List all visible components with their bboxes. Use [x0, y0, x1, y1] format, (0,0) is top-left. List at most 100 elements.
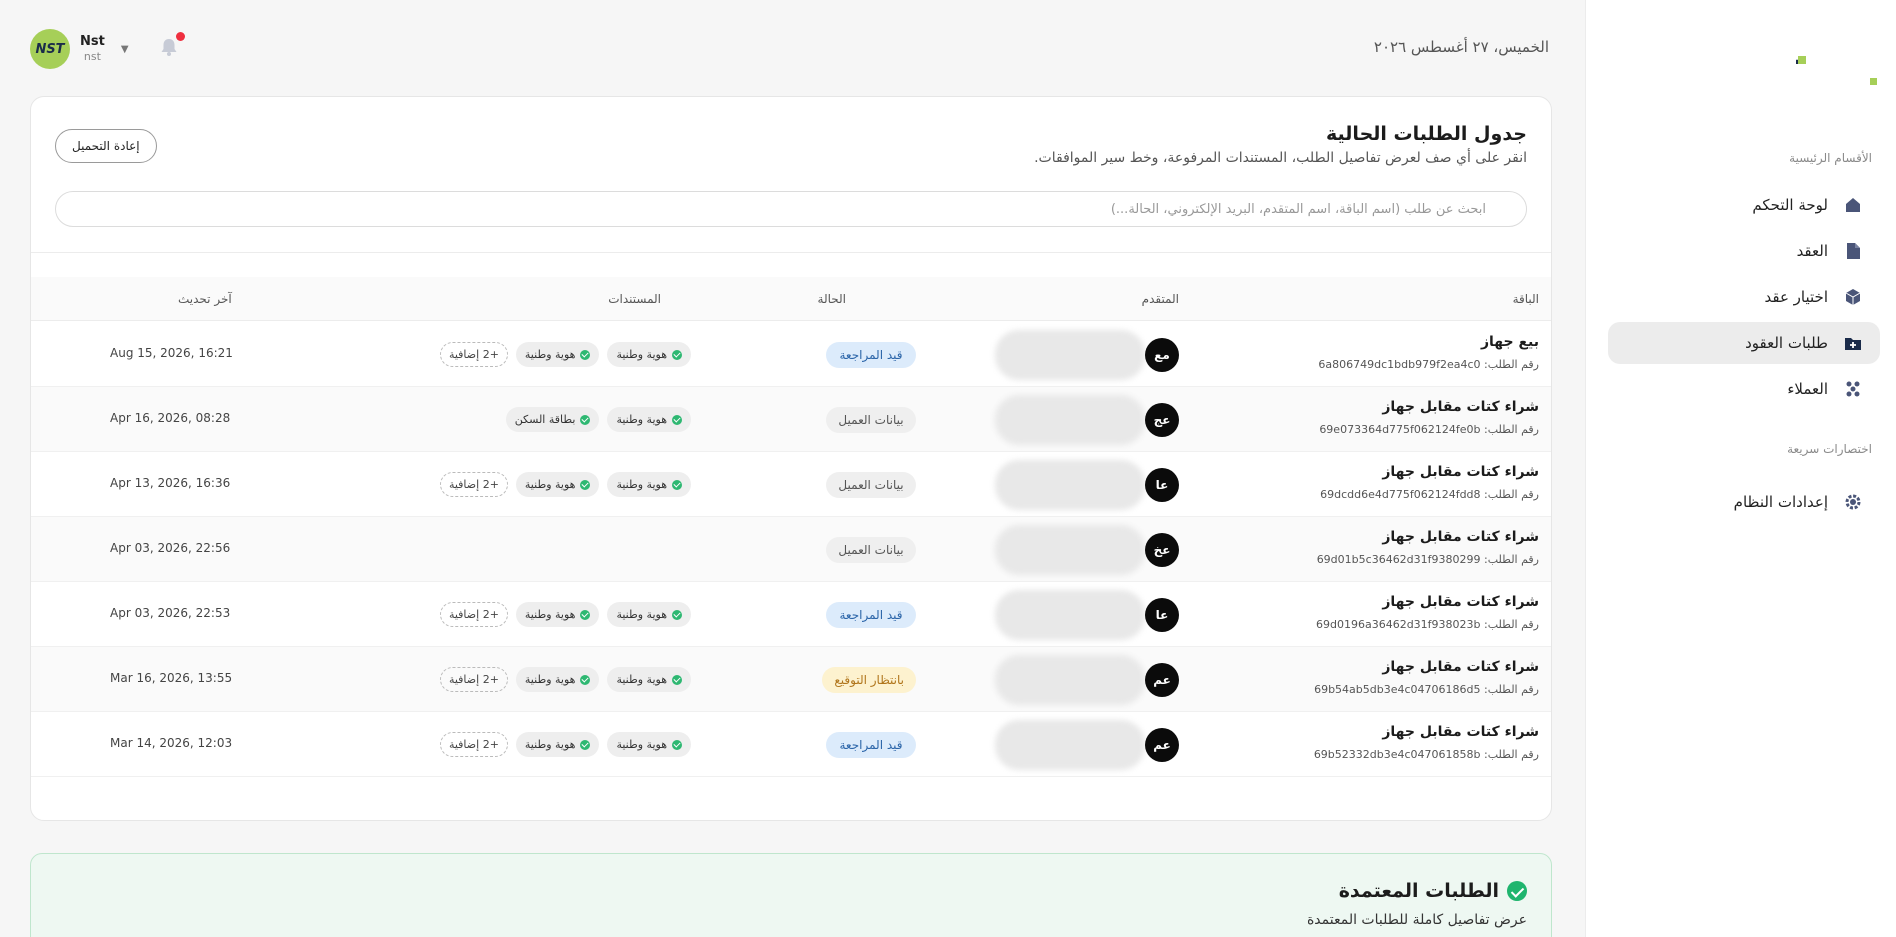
- applicant-name-redacted: [995, 460, 1145, 510]
- folder-plus-icon: [1842, 332, 1864, 354]
- document-label: هوية وطنية: [616, 413, 667, 426]
- chevron-down-icon: ▼: [120, 43, 129, 55]
- sidebar-item-label: طلبات العقود: [1745, 334, 1828, 352]
- document-chip[interactable]: هوية وطنية: [515, 342, 600, 367]
- applicant-name-redacted: [995, 395, 1145, 445]
- status-badge: بانتظار التوقيع: [822, 667, 916, 693]
- more-documents-chip[interactable]: +2 إضافية: [439, 472, 508, 497]
- sidebar-item-contract[interactable]: العقد: [1608, 230, 1880, 272]
- check-icon: [580, 739, 591, 750]
- check-icon: [672, 414, 682, 425]
- status-badge: قيد المراجعة: [826, 732, 916, 758]
- sidebar-item-label: إعدادات النظام: [1733, 493, 1828, 511]
- approved-title: الطلبات المعتمدة: [1338, 880, 1499, 902]
- last-updated: Apr 03, 2026, 22:56: [110, 541, 231, 555]
- logo-green-square: [1798, 56, 1806, 64]
- more-documents-chip[interactable]: +2 إضافية: [439, 342, 508, 367]
- documents-list: هوية وطنية هوية وطنية +2 إضافية: [401, 342, 691, 367]
- applicant-avatar: عا: [1145, 468, 1179, 502]
- sidebar: NST الأقسام الرئيسية لوحة التحكم العقد ا…: [1585, 0, 1896, 937]
- document-chip[interactable]: هوية وطنية: [515, 732, 600, 757]
- approved-requests-section[interactable]: الطلبات المعتمدة عرض تفاصيل كاملة للطلبا…: [30, 853, 1552, 937]
- card-title: جدول الطلبات الحالية: [1326, 123, 1527, 145]
- package-title: شراء كتات مقابل جهاز: [1382, 464, 1539, 480]
- document-label: هوية وطنية: [616, 478, 667, 491]
- col-status: الحالة: [817, 292, 846, 306]
- divider: [31, 252, 1551, 253]
- check-icon: [672, 674, 682, 685]
- more-documents-chip[interactable]: +2 إضافية: [439, 602, 508, 627]
- document-label: هوية وطنية: [524, 608, 576, 621]
- col-applicant: المتقدم: [1141, 292, 1179, 306]
- sidebar-item-label: اختيار عقد: [1764, 288, 1829, 306]
- sidebar-item-clients[interactable]: العملاء: [1608, 368, 1880, 410]
- document-chip[interactable]: هوية وطنية: [515, 602, 600, 627]
- document-label: هوية وطنية: [524, 673, 576, 686]
- search-input[interactable]: [55, 191, 1527, 227]
- sidebar-item-choose-contract[interactable]: اختيار عقد: [1608, 276, 1880, 318]
- applicant-name-redacted: [995, 655, 1145, 705]
- sidebar-item-contract-requests[interactable]: طلبات العقود: [1608, 322, 1880, 364]
- check-icon: [580, 674, 591, 685]
- check-icon: [672, 479, 682, 490]
- documents-list: هوية وطنية هوية وطنية +2 إضافية: [401, 732, 691, 757]
- table-row[interactable]: بيع جهاز رقم الطلب: 6a806749dc1bdb979f2ea…: [31, 322, 1551, 387]
- shortcuts-title: اختصارات سريعة: [1787, 442, 1872, 456]
- sidebar-item-label: العقد: [1796, 242, 1828, 260]
- document-chip[interactable]: هوية وطنية: [607, 472, 691, 497]
- more-documents-chip[interactable]: +2 إضافية: [439, 667, 508, 692]
- last-updated: Aug 15, 2026, 16:21: [110, 346, 233, 360]
- last-updated: Apr 03, 2026, 22:53: [110, 606, 231, 620]
- document-chip[interactable]: بطاقة السكن: [505, 407, 600, 432]
- request-id: رقم الطلب: 69d0196a36462d31f938023b: [1315, 618, 1539, 631]
- current-date: الخميس، ٢٧ أغسطس ٢٠٢٦: [1373, 38, 1549, 56]
- last-updated: Apr 16, 2026, 08:28: [110, 411, 231, 425]
- main-sections-title: الأقسام الرئيسية: [1789, 151, 1872, 165]
- document-label: هوية وطنية: [616, 738, 667, 751]
- col-updated: آخر تحديث: [178, 292, 232, 306]
- document-chip[interactable]: هوية وطنية: [607, 667, 691, 692]
- document-label: هوية وطنية: [616, 608, 667, 621]
- applicant-avatar: عم: [1145, 728, 1179, 762]
- request-id: رقم الطلب: 6a806749dc1bdb979f2ea4c0: [1318, 358, 1539, 371]
- requests-card: جدول الطلبات الحالية انقر على أي صف لعرض…: [30, 96, 1552, 821]
- document-chip[interactable]: هوية وطنية: [607, 342, 691, 367]
- document-label: هوية وطنية: [616, 348, 667, 361]
- documents-list: هوية وطنية هوية وطنية +2 إضافية: [401, 667, 691, 692]
- table-row[interactable]: شراء كتات مقابل جهاز رقم الطلب: 69d01b5c3…: [31, 517, 1551, 582]
- table-row[interactable]: شراء كتات مقابل جهاز رقم الطلب: 69b52332d…: [31, 712, 1551, 777]
- document-chip[interactable]: هوية وطنية: [515, 667, 600, 692]
- sidebar-item-dashboard[interactable]: لوحة التحكم: [1608, 184, 1880, 226]
- check-icon: [580, 414, 591, 425]
- applicant-name-redacted: [995, 590, 1145, 640]
- applicant-avatar: عج: [1145, 403, 1179, 437]
- avatar: NST: [30, 29, 70, 69]
- sidebar-item-system-settings[interactable]: إعدادات النظام: [1608, 481, 1880, 523]
- document-chip[interactable]: هوية وطنية: [607, 407, 691, 432]
- topbar: الخميس، ٢٧ أغسطس ٢٠٢٦ NST Nst nst ▼: [0, 0, 1585, 96]
- table-row[interactable]: شراء كتات مقابل جهاز رقم الطلب: 69b54ab5d…: [31, 647, 1551, 712]
- document-label: هوية وطنية: [524, 348, 576, 361]
- last-updated: Apr 13, 2026, 16:36: [110, 476, 231, 490]
- table-row[interactable]: شراء كتات مقابل جهاز رقم الطلب: 69dcdd6e4…: [31, 452, 1551, 517]
- document-chip[interactable]: هوية وطنية: [607, 732, 691, 757]
- reload-button[interactable]: إعادة التحميل: [55, 129, 157, 163]
- more-documents-chip[interactable]: +2 إضافية: [439, 732, 508, 757]
- check-icon: [580, 349, 591, 360]
- document-label: هوية وطنية: [616, 673, 667, 686]
- package-title: شراء كتات مقابل جهاز: [1382, 594, 1539, 610]
- user-name: Nst: [80, 34, 105, 49]
- card-subtitle: انقر على أي صف لعرض تفاصيل الطلب، المستن…: [1034, 150, 1527, 166]
- applicant-avatar: عا: [1145, 598, 1179, 632]
- document-label: هوية وطنية: [524, 478, 576, 491]
- table-row[interactable]: شراء كتات مقابل جهاز رقم الطلب: 69e073364…: [31, 387, 1551, 452]
- applicant-avatar: عخ: [1145, 533, 1179, 567]
- nst-logo[interactable]: NST: [1796, 52, 1880, 90]
- user-subtitle: nst: [83, 50, 101, 63]
- table-row[interactable]: شراء كتات مقابل جهاز رقم الطلب: 69d0196a3…: [31, 582, 1551, 647]
- document-chip[interactable]: هوية وطنية: [515, 472, 600, 497]
- package-title: شراء كتات مقابل جهاز: [1382, 659, 1539, 675]
- document-chip[interactable]: هوية وطنية: [607, 602, 691, 627]
- package-title: شراء كتات مقابل جهاز: [1382, 399, 1539, 415]
- user-menu[interactable]: NST Nst nst ▼: [30, 29, 129, 69]
